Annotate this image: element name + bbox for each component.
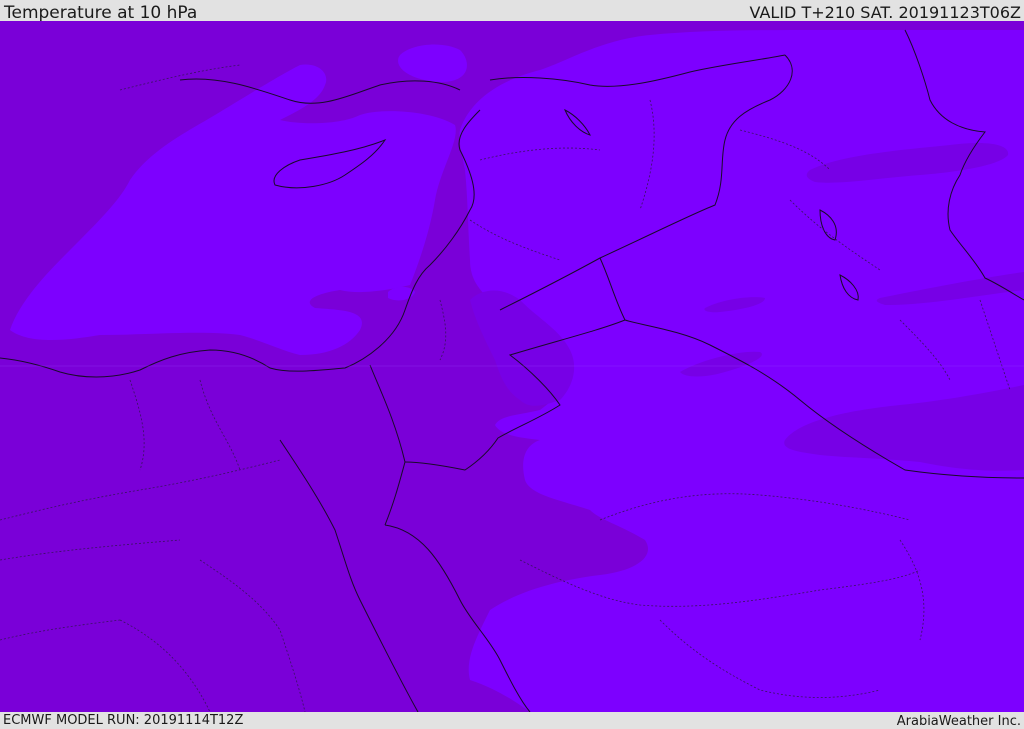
map-title: Temperature at 10 hPa: [4, 3, 198, 23]
model-run-label: ECMWF MODEL RUN: 20191114T12Z: [3, 713, 244, 728]
footer-bar: ECMWF MODEL RUN: 20191114T12Z ArabiaWeat…: [0, 712, 1024, 729]
temperature-map: [0, 21, 1024, 712]
weather-map-frame: Temperature at 10 hPa VALID T+210 SAT. 2…: [0, 0, 1024, 729]
map-canvas: [0, 21, 1024, 712]
valid-time: VALID T+210 SAT. 20191123T06Z: [749, 3, 1021, 22]
credit-label: ArabiaWeather Inc.: [896, 714, 1021, 729]
header-bar: Temperature at 10 hPa VALID T+210 SAT. 2…: [0, 0, 1024, 23]
